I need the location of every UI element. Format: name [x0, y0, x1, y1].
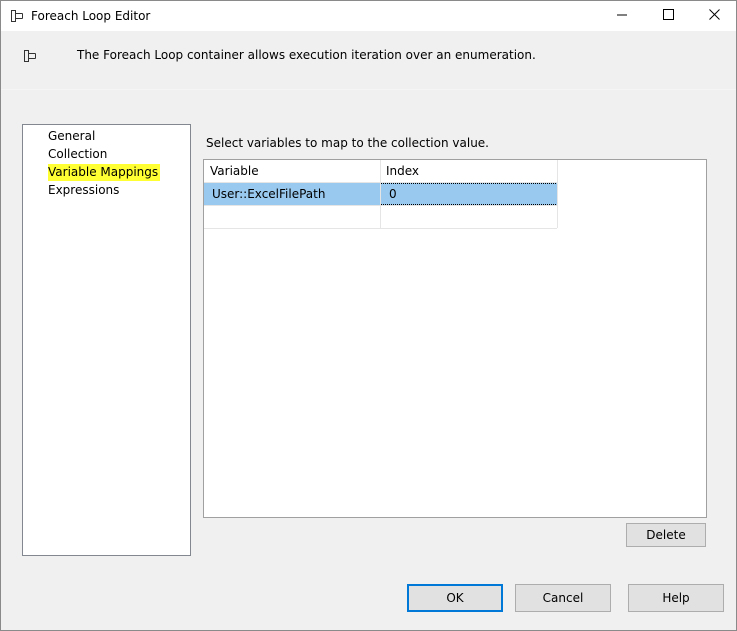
variable-mappings-grid[interactable]: Variable Index User::ExcelFilePath 0: [203, 159, 707, 518]
foreach-loop-icon: [10, 9, 24, 23]
window-title: Foreach Loop Editor: [31, 9, 151, 23]
nav-item-collection[interactable]: Collection: [48, 146, 109, 163]
ok-button[interactable]: OK: [407, 584, 503, 612]
variable-cell[interactable]: User::ExcelFilePath: [212, 183, 325, 205]
nav-panel: General Collection Variable Mappings Exp…: [22, 124, 191, 556]
help-button[interactable]: Help: [628, 584, 724, 612]
column-header-variable[interactable]: Variable: [210, 160, 259, 182]
column-header-index[interactable]: Index: [386, 160, 419, 182]
cancel-button[interactable]: Cancel: [515, 584, 611, 612]
foreach-loop-editor-window: Foreach Loop Editor The Foreach Loop con…: [0, 0, 737, 631]
header-divider: [1, 89, 736, 90]
nav-item-expressions[interactable]: Expressions: [48, 182, 121, 199]
close-icon: [708, 9, 720, 23]
title-bar: Foreach Loop Editor: [1, 1, 736, 31]
mappings-caption: Select variables to map to the collectio…: [206, 136, 489, 150]
index-cell[interactable]: 0: [380, 183, 558, 205]
minimize-button[interactable]: [599, 1, 645, 31]
nav-item-general[interactable]: General: [48, 128, 97, 145]
column-separator: [557, 160, 558, 228]
index-value: 0: [389, 187, 397, 201]
maximize-button[interactable]: [645, 1, 691, 31]
header-description: The Foreach Loop container allows execut…: [77, 48, 536, 62]
column-separator: [380, 160, 381, 228]
nav-item-variable-mappings[interactable]: Variable Mappings: [48, 164, 161, 181]
maximize-icon: [662, 9, 674, 23]
delete-button[interactable]: Delete: [626, 523, 706, 547]
close-button[interactable]: [691, 1, 736, 31]
foreach-loop-icon: [23, 49, 37, 63]
minimize-icon: [617, 9, 627, 23]
